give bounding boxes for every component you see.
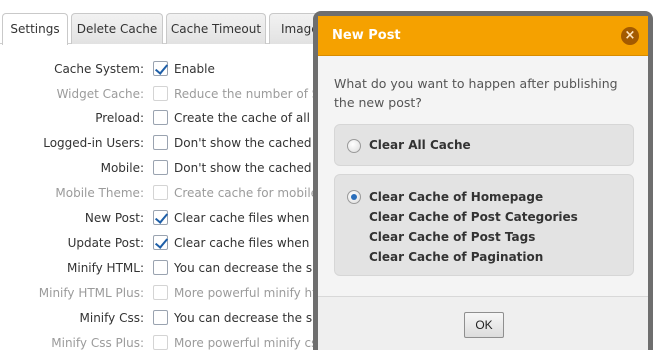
- update-post-checkbox[interactable]: [153, 235, 168, 250]
- tab-settings[interactable]: Settings: [2, 13, 68, 45]
- mobile-theme-checkbox: [153, 185, 168, 200]
- minify-html-checkbox[interactable]: [153, 260, 168, 275]
- setting-label: Preload:: [95, 111, 144, 125]
- new-post-dialog: New Post × What do you want to happen af…: [318, 16, 648, 350]
- setting-label: Minify Css Plus:: [51, 336, 144, 350]
- dialog-footer: OK: [318, 296, 648, 350]
- minify-css-plus-checkbox: [153, 335, 168, 350]
- cache-system-checkbox[interactable]: [153, 61, 168, 76]
- setting-description: You can decrease the size o: [174, 261, 314, 275]
- setting-label: Mobile:: [100, 161, 144, 175]
- dialog-header: New Post ×: [318, 16, 648, 56]
- setting-label: Minify HTML:: [67, 261, 144, 275]
- setting-description: You can decrease the size o: [174, 311, 314, 325]
- tab-delete-cache[interactable]: Delete Cache: [71, 13, 163, 44]
- setting-label: Minify HTML Plus:: [38, 286, 144, 300]
- option-line: Clear All Cache: [369, 138, 471, 152]
- option-line: Clear Cache of Pagination: [369, 250, 544, 264]
- radio-button[interactable]: [347, 139, 361, 153]
- radio-button-selected[interactable]: [347, 190, 361, 204]
- minify-css-checkbox[interactable]: [153, 310, 168, 325]
- setting-label: Mobile Theme:: [55, 186, 144, 200]
- setting-description: Clear cache files when a po: [174, 211, 314, 225]
- dialog-question: What do you want to happen after publish…: [334, 76, 618, 110]
- setting-label: Minify Css:: [79, 311, 144, 325]
- setting-description: Reduce the number of SQL: [174, 87, 314, 101]
- setting-description: More powerful minify html: [174, 286, 314, 300]
- logged-in-users-checkbox[interactable]: [153, 135, 168, 150]
- setting-label: New Post:: [84, 211, 144, 225]
- setting-label: Widget Cache:: [56, 87, 144, 101]
- mobile-checkbox[interactable]: [153, 160, 168, 175]
- preload-checkbox[interactable]: [153, 110, 168, 125]
- option-line: Clear Cache of Homepage: [369, 190, 544, 204]
- new-post-checkbox[interactable]: [153, 210, 168, 225]
- setting-label: Cache System:: [54, 62, 144, 76]
- option-clear-all-cache[interactable]: Clear All Cache: [334, 124, 634, 166]
- setting-description: Don't show the cached vers: [174, 161, 314, 175]
- setting-label: Logged-in Users:: [43, 136, 144, 150]
- dialog-title: New Post: [332, 28, 401, 43]
- widget-cache-checkbox: [153, 86, 168, 101]
- minify-html-plus-checkbox: [153, 285, 168, 300]
- setting-description: More powerful minify css: [174, 336, 314, 350]
- option-line: Clear Cache of Post Categories: [369, 210, 578, 224]
- setting-description: Create the cache of all the s: [174, 111, 314, 125]
- setting-description: Clear cache files when a po: [174, 236, 314, 250]
- ok-button[interactable]: OK: [464, 312, 504, 338]
- close-icon[interactable]: ×: [621, 27, 639, 45]
- setting-label: Update Post:: [67, 236, 144, 250]
- setting-description: Enable: [174, 62, 215, 76]
- option-clear-cache-of-homepage[interactable]: Clear Cache of Homepage Clear Cache of P…: [334, 174, 634, 276]
- option-label: Clear Cache of Homepage Clear Cache of P…: [369, 187, 578, 267]
- option-line: Clear Cache of Post Tags: [369, 230, 536, 244]
- option-label: Clear All Cache: [369, 135, 471, 155]
- setting-description: Create cache for mobile the: [174, 186, 314, 200]
- tab-cache-timeout[interactable]: Cache Timeout: [166, 13, 266, 44]
- setting-description: Don't show the cached vers: [174, 136, 314, 150]
